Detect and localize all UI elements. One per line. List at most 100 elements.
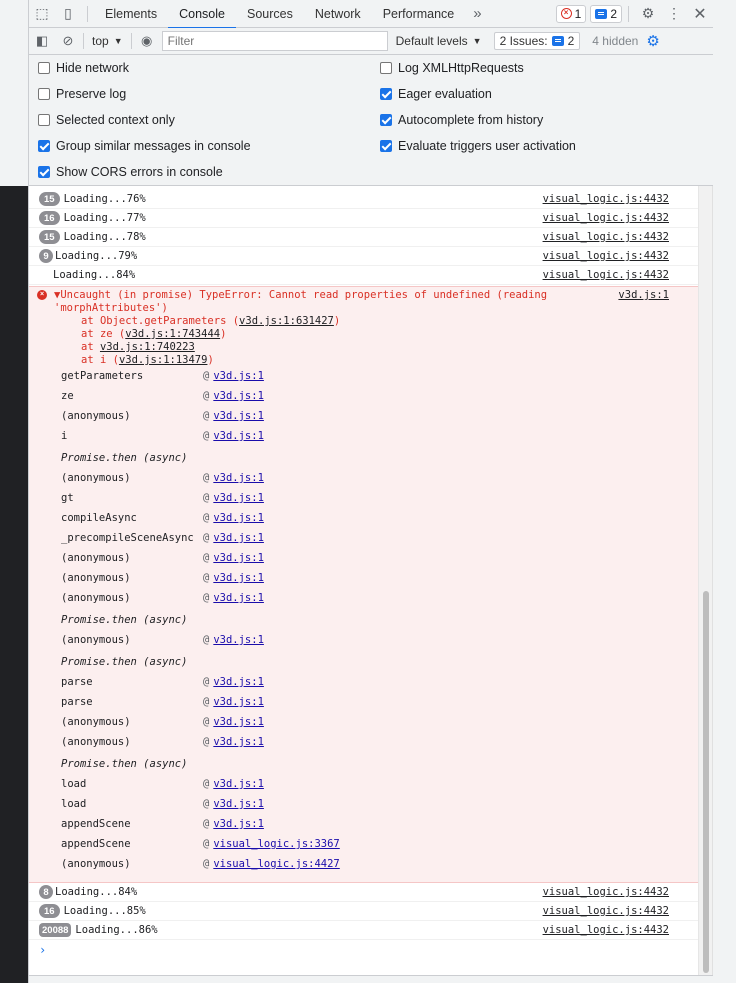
autocomplete-history-option[interactable]: Autocomplete from history bbox=[380, 113, 543, 127]
frame-source-link[interactable]: v3d.js:1 bbox=[213, 512, 264, 524]
source-link[interactable]: visual_logic.js:4432 bbox=[543, 212, 669, 224]
checkbox-checked[interactable] bbox=[38, 166, 50, 178]
frame-source-link[interactable]: v3d.js:1 bbox=[213, 818, 264, 830]
preserve-log-option[interactable]: Preserve log bbox=[38, 87, 126, 101]
tab-network[interactable]: Network bbox=[304, 0, 372, 28]
error-text-continued: 'morphAttributes') bbox=[54, 302, 168, 314]
frame-source-link[interactable]: v3d.js:1 bbox=[213, 492, 264, 504]
source-link[interactable]: visual_logic.js:4432 bbox=[543, 231, 669, 243]
tab-performance[interactable]: Performance bbox=[372, 0, 466, 28]
source-link[interactable]: visual_logic.js:4432 bbox=[543, 905, 669, 917]
checkbox[interactable] bbox=[38, 62, 50, 74]
console-prompt[interactable]: › bbox=[39, 943, 46, 957]
frame-source-link[interactable]: v3d.js:1 bbox=[213, 736, 264, 748]
clear-console-icon[interactable]: ⊘ bbox=[55, 28, 81, 54]
frame-source-link[interactable]: v3d.js:1 bbox=[213, 572, 264, 584]
stack-frame: parse @ v3d.js:1 bbox=[61, 674, 264, 690]
selected-context-only-option[interactable]: Selected context only bbox=[38, 113, 175, 127]
source-link[interactable]: visual_logic.js:4432 bbox=[543, 924, 669, 936]
frame-source-link[interactable]: v3d.js:1 bbox=[213, 472, 264, 484]
checkbox[interactable] bbox=[38, 88, 50, 100]
async-boundary: Promise.then (async) bbox=[61, 656, 188, 668]
close-icon[interactable]: ✕ bbox=[687, 0, 713, 28]
source-link[interactable]: visual_logic.js:4432 bbox=[543, 250, 669, 262]
stack-frame: (anonymous) @ v3d.js:1 bbox=[61, 570, 264, 586]
log-xmlhttprequests-option[interactable]: Log XMLHttpRequests bbox=[380, 61, 524, 75]
stack-line: at ze (v3d.js:1:743444) bbox=[81, 328, 227, 340]
stack-frame: compileAsync @ v3d.js:1 bbox=[61, 510, 264, 526]
frame-source-link[interactable]: v3d.js:1 bbox=[213, 532, 264, 544]
frame-source-link[interactable]: v3d.js:1 bbox=[213, 410, 264, 422]
frame-source-link[interactable]: visual_logic.js:4427 bbox=[213, 858, 339, 870]
context-select[interactable]: top ▼ bbox=[86, 34, 129, 48]
error-counter[interactable]: × 1 bbox=[555, 4, 587, 23]
device-toolbar-icon[interactable]: ▯ bbox=[55, 0, 81, 28]
scrollbar[interactable] bbox=[698, 186, 712, 983]
frame-source-link[interactable]: v3d.js:1 bbox=[213, 552, 264, 564]
eager-evaluation-option[interactable]: Eager evaluation bbox=[380, 87, 492, 101]
frame-source-link[interactable]: v3d.js:1 bbox=[213, 798, 264, 810]
repeat-count-badge: 20088 bbox=[39, 923, 72, 937]
frame-at-sign: @ bbox=[203, 552, 210, 564]
frame-source-link[interactable]: v3d.js:1 bbox=[213, 390, 264, 402]
filter-input[interactable] bbox=[161, 31, 388, 51]
checkbox[interactable] bbox=[38, 114, 50, 126]
frame-source-link[interactable]: v3d.js:1 bbox=[213, 634, 264, 646]
checkbox-checked[interactable] bbox=[380, 88, 392, 100]
source-link[interactable]: visual_logic.js:4432 bbox=[543, 193, 669, 205]
frame-function-name: (anonymous) bbox=[61, 552, 131, 564]
frame-at-sign: @ bbox=[203, 736, 210, 748]
more-tabs-icon[interactable]: » bbox=[465, 5, 489, 22]
stack-frame: appendScene @ v3d.js:1 bbox=[61, 816, 264, 832]
evaluate-triggers-option[interactable]: Evaluate triggers user activation bbox=[380, 139, 576, 153]
checkbox-checked[interactable] bbox=[380, 114, 392, 126]
checkbox-checked[interactable] bbox=[38, 140, 50, 152]
stack-frame: i @ v3d.js:1 bbox=[61, 428, 264, 444]
checkbox-checked[interactable] bbox=[380, 140, 392, 152]
tab-console[interactable]: Console bbox=[168, 0, 236, 29]
console-settings-gear-icon[interactable]: ⚙ bbox=[646, 32, 659, 50]
console-settings-pane: Hide network Preserve log Selected conte… bbox=[29, 55, 713, 186]
frame-source-link[interactable]: v3d.js:1 bbox=[213, 696, 264, 708]
stack-link[interactable]: v3d.js:1:13479 bbox=[119, 354, 208, 366]
log-levels-dropdown[interactable]: Default levels ▼ bbox=[396, 34, 482, 48]
scrollbar-thumb[interactable] bbox=[703, 591, 709, 973]
inspect-element-icon[interactable]: ⬚ bbox=[29, 0, 55, 28]
frame-source-link[interactable]: v3d.js:1 bbox=[213, 676, 264, 688]
frame-source-link[interactable]: visual_logic.js:3367 bbox=[213, 838, 339, 850]
issues-button[interactable]: 2 Issues: 2 bbox=[493, 32, 581, 50]
error-toggle[interactable]: ▼Uncaught (in promise) TypeError: Cannot… bbox=[54, 289, 547, 301]
error-icon: × bbox=[560, 8, 572, 19]
stack-link[interactable]: v3d.js:1:740223 bbox=[100, 341, 195, 353]
live-expression-eye-icon[interactable]: ◉ bbox=[134, 28, 160, 54]
source-link[interactable]: visual_logic.js:4432 bbox=[543, 886, 669, 898]
tab-sources[interactable]: Sources bbox=[236, 0, 304, 28]
source-link[interactable]: visual_logic.js:4432 bbox=[543, 269, 669, 281]
dropdown-arrow-icon: ▼ bbox=[472, 36, 482, 46]
log-row: 16 Loading...77% visual_logic.js:4432 bbox=[29, 209, 699, 228]
frame-source-link[interactable]: v3d.js:1 bbox=[213, 592, 264, 604]
settings-gear-icon[interactable]: ⚙ bbox=[635, 0, 661, 28]
frame-function-name: (anonymous) bbox=[61, 716, 131, 728]
group-similar-option[interactable]: Group similar messages in console bbox=[38, 139, 251, 153]
message-counter[interactable]: 2 bbox=[590, 4, 622, 23]
stack-frame: (anonymous) @ v3d.js:1 bbox=[61, 632, 264, 648]
hide-network-option[interactable]: Hide network bbox=[38, 61, 129, 75]
frame-function-name: i bbox=[61, 430, 68, 442]
stack-link[interactable]: v3d.js:1:743444 bbox=[125, 328, 220, 340]
frame-at-sign: @ bbox=[203, 838, 210, 850]
frame-function-name: (anonymous) bbox=[61, 634, 131, 646]
frame-source-link[interactable]: v3d.js:1 bbox=[213, 778, 264, 790]
tab-elements[interactable]: Elements bbox=[94, 0, 168, 28]
frame-source-link[interactable]: v3d.js:1 bbox=[213, 716, 264, 728]
more-options-icon[interactable]: ⋮ bbox=[661, 0, 687, 28]
stack-link[interactable]: v3d.js:1:631427 bbox=[239, 315, 334, 327]
repeat-count-badge: 8 bbox=[39, 885, 53, 899]
checkbox[interactable] bbox=[380, 62, 392, 74]
frame-at-sign: @ bbox=[203, 778, 210, 790]
frame-source-link[interactable]: v3d.js:1 bbox=[213, 370, 264, 382]
show-cors-errors-option[interactable]: Show CORS errors in console bbox=[38, 165, 223, 179]
frame-source-link[interactable]: v3d.js:1 bbox=[213, 430, 264, 442]
sidebar-toggle-icon[interactable]: ◧ bbox=[29, 28, 55, 54]
error-source-link[interactable]: v3d.js:1 bbox=[618, 289, 669, 301]
